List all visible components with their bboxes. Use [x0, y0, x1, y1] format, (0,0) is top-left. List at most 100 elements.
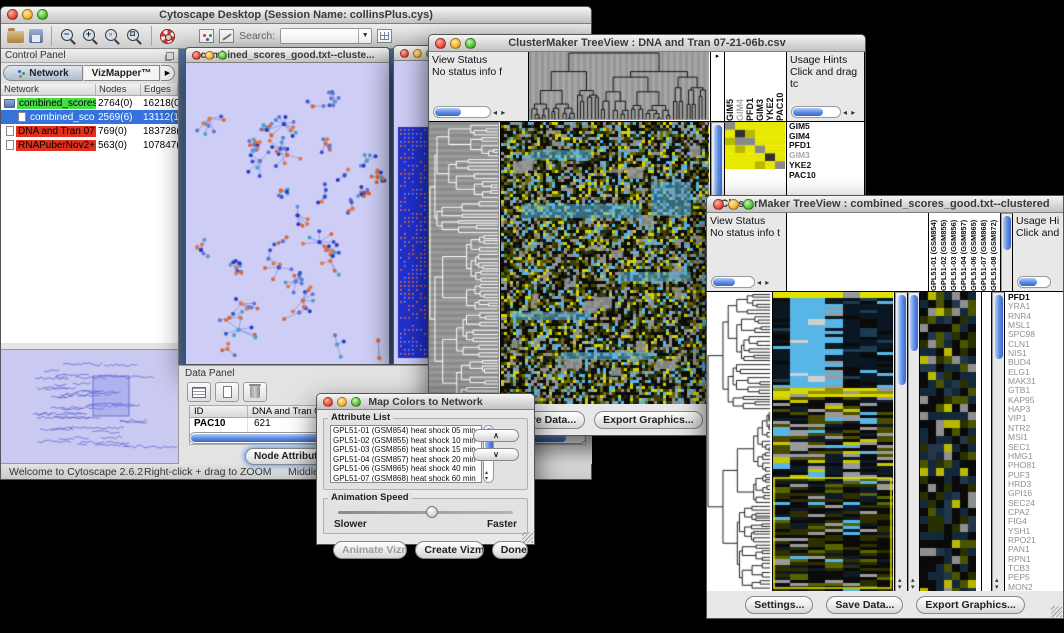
close-button[interactable]: [323, 397, 333, 407]
dialog-titlebar[interactable]: Map Colors to Network: [317, 394, 534, 410]
minimize-button[interactable]: [413, 49, 422, 58]
close-button[interactable]: [192, 51, 201, 60]
network-tree-row[interactable]: combined_scores 2764(0) 16218(0): [1, 96, 178, 110]
attribute-list-item[interactable]: GPL51-02 (GSM855) heat shock 10 min: [331, 436, 481, 446]
tab-overflow-arrow[interactable]: ▶: [161, 65, 175, 81]
animate-vizmap-button[interactable]: Animate Vizmap: [333, 541, 407, 559]
attribute-list-item[interactable]: GPL51-06 (GSM865) heat shock 40 min: [331, 464, 481, 474]
attribute-list-item[interactable]: GPL51-01 (GSM854) heat shock 05 min: [331, 426, 481, 436]
scroll-arrows[interactable]: ▴▾: [911, 577, 915, 591]
heatmap-canvas[interactable]: [773, 292, 893, 591]
birdseye-view-panel: [1, 349, 178, 463]
zoom-button[interactable]: [351, 397, 361, 407]
network-view-titlebar[interactable]: combined_scores_good.txt--cluste...: [186, 48, 389, 63]
zoom-heatmap-canvas[interactable]: [725, 122, 785, 169]
tv2-zoom-left-vscrollbar[interactable]: ▴▾: [908, 292, 920, 593]
treeview-button[interactable]: Settings...: [745, 596, 813, 614]
move-up-button[interactable]: ∧: [473, 429, 519, 442]
network-canvas[interactable]: [186, 63, 389, 364]
close-button[interactable]: [713, 199, 724, 210]
scroll-arrows[interactable]: ▴▾: [995, 577, 999, 591]
column-dendrogram-canvas[interactable]: [529, 52, 709, 120]
attribute-list-item[interactable]: GPL51-03 (GSM856) heat shock 15 min: [331, 445, 481, 455]
zoom-button[interactable]: [465, 38, 476, 49]
tab-vizmapper[interactable]: VizMapper™: [84, 65, 160, 81]
animation-speed-slider[interactable]: [338, 511, 513, 514]
float-panel-icon[interactable]: [166, 52, 174, 60]
new-attribute-button[interactable]: [215, 382, 239, 402]
resize-grip[interactable]: [1051, 606, 1062, 617]
zoom-button[interactable]: [743, 199, 754, 210]
zoom-button[interactable]: [218, 51, 227, 60]
heatmap-canvas[interactable]: [501, 122, 709, 404]
tv2-usage-hscrollbar[interactable]: [1017, 276, 1051, 288]
network-tree-row[interactable]: RNAPuberNov2+ 563(0) 107847(0): [1, 138, 178, 152]
attribute-list-item[interactable]: GPL51-07 (GSM868) heat shock 60 min: [331, 474, 481, 483]
tv2-labels-vscrollbar[interactable]: [1001, 213, 1013, 292]
zoom-fit-icon[interactable]: ▫: [104, 28, 121, 45]
minimize-button[interactable]: [728, 199, 739, 210]
attribute-list-item[interactable]: GPL51-04 (GSM857) heat shock 20 min: [331, 455, 481, 465]
save-session-icon[interactable]: [29, 29, 43, 43]
open-session-icon[interactable]: [7, 31, 24, 43]
treeview2-titlebar[interactable]: ClusterMaker TreeView : combined_scores_…: [707, 196, 1063, 213]
gene-label: PAC10: [787, 171, 864, 181]
tv1-usage-hscrollbar[interactable]: [791, 106, 841, 118]
treeview-button[interactable]: Export Graphics...: [594, 411, 702, 429]
scroll-arrows[interactable]: ◂ ▸: [757, 278, 770, 287]
done-button[interactable]: Done: [492, 541, 528, 559]
tv2-status-hscrollbar[interactable]: [711, 276, 755, 288]
zoom-in-icon[interactable]: +: [82, 28, 99, 45]
minimize-button[interactable]: [22, 9, 33, 20]
network-tree-row[interactable]: combined_sco 2569(6) 13112(15): [1, 110, 178, 124]
attribute-browser-icon[interactable]: [377, 29, 392, 43]
row-dendrogram-canvas[interactable]: [707, 292, 771, 591]
delete-attribute-button[interactable]: [243, 382, 267, 402]
tv2-row-dendrogram: [707, 292, 773, 593]
annotation-icon[interactable]: [219, 29, 234, 43]
treeview-button[interactable]: Export Graphics...: [916, 596, 1024, 614]
zoom-heatmap-canvas[interactable]: [920, 292, 976, 591]
treeview1-titlebar[interactable]: ClusterMaker TreeView : DNA and Tran 07-…: [429, 35, 865, 52]
zoom-out-icon[interactable]: −: [60, 28, 77, 45]
dialog-button-row: Animate Vizmap Create Vizmap Done: [333, 541, 528, 559]
zoom-selected-icon[interactable]: ⌑: [126, 28, 143, 45]
tab-network[interactable]: Network: [3, 65, 83, 81]
scroll-arrows[interactable]: ▴▾: [898, 577, 902, 591]
window-controls: [192, 51, 227, 60]
scroll-arrows[interactable]: ▴▾: [485, 470, 488, 482]
move-down-button[interactable]: ∨: [473, 448, 519, 461]
scroll-arrows[interactable]: ◂ ▸: [493, 108, 506, 117]
main-window-title: Cytoscape Desktop (Session Name: collins…: [1, 9, 591, 21]
tv1-status-hscrollbar[interactable]: [433, 106, 491, 118]
resize-grip[interactable]: [522, 532, 533, 543]
main-titlebar[interactable]: Cytoscape Desktop (Session Name: collins…: [1, 7, 591, 24]
network-tree-row[interactable]: DNA and Tran 07 769(0) 183728(0): [1, 124, 178, 138]
tv2-usage-line1: Usage Hi: [1013, 213, 1063, 227]
slider-thumb[interactable]: [426, 506, 438, 518]
tv2-heatmap-vscrollbar[interactable]: ▴▾: [895, 292, 908, 593]
minimize-button[interactable]: [450, 38, 461, 49]
tv1-usage-line2: Click and drag tc: [787, 66, 864, 90]
search-dropdown-icon[interactable]: ▼: [358, 29, 371, 43]
array-label: GPL51-02 (GSM855): [939, 213, 949, 291]
close-button[interactable]: [435, 38, 446, 49]
birdseye-canvas[interactable]: [1, 350, 177, 462]
create-vizmap-button[interactable]: Create Vizmap: [415, 541, 483, 559]
close-button[interactable]: [7, 9, 18, 20]
treeview-button[interactable]: Save Data...: [826, 596, 903, 614]
network-file-icon: [6, 126, 14, 136]
minimize-button[interactable]: [205, 51, 214, 60]
zoom-button[interactable]: [37, 9, 48, 20]
close-button[interactable]: [400, 49, 409, 58]
tv2-status-line2: No status info t: [707, 227, 786, 239]
scroll-arrows[interactable]: ◂ ▸: [843, 108, 856, 117]
help-icon[interactable]: [160, 29, 175, 44]
tv2-zoom-right-vscrollbar[interactable]: ▴▾: [992, 292, 1005, 593]
search-input[interactable]: [281, 29, 358, 43]
row-dendrogram-canvas[interactable]: [429, 122, 499, 404]
minimize-button[interactable]: [337, 397, 347, 407]
vizmapper-icon[interactable]: [199, 29, 214, 43]
treeview2-title: ClusterMaker TreeView : combined_scores_…: [707, 198, 1063, 210]
attribute-select-button[interactable]: [187, 382, 211, 402]
